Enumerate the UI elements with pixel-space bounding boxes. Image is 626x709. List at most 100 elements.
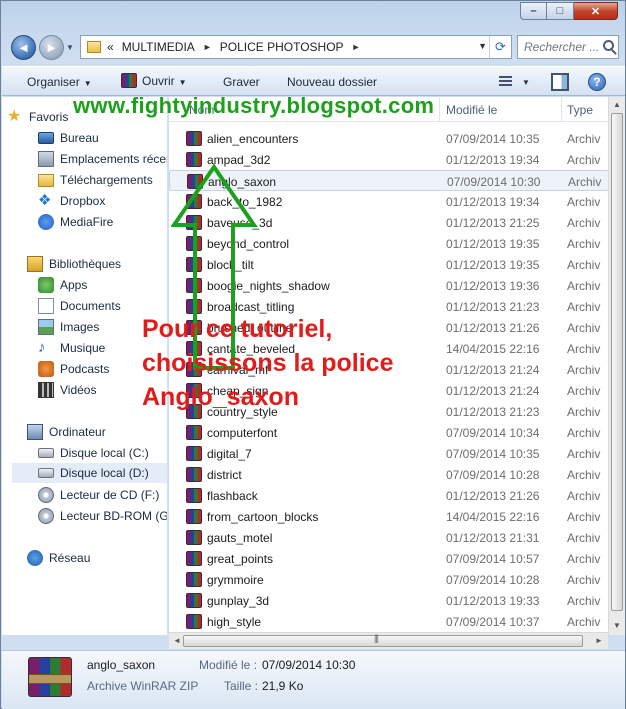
open-button[interactable]: Ouvrir ▼ [121,73,187,88]
refresh-icon[interactable]: ⟳ [489,36,511,58]
breadcrumb-separator-icon[interactable]: ► [352,42,361,52]
horizontal-scroll-thumb[interactable] [183,633,583,647]
sidebar-libraries[interactable]: Bibliothèques [27,254,167,274]
file-row[interactable]: district 07/09/2014 10:28 Archiv [169,464,609,485]
file-name: gauts_motel [207,531,273,545]
recent-pages-dropdown-icon[interactable]: ▼ [66,43,74,52]
search-input[interactable]: Rechercher ... [517,35,619,59]
file-type: Archiv [567,300,601,314]
column-header-type[interactable]: Type [567,103,593,117]
back-button[interactable]: ◄ [11,35,36,60]
scroll-up-icon[interactable]: ▲ [613,100,621,109]
sidebar-item-recent[interactable]: Emplacements récents [38,149,167,169]
music-icon: ♪ [38,339,46,356]
dropbox-icon: ❖ [38,192,52,209]
winrar-file-icon [186,593,202,608]
file-type: Archiv [567,489,601,503]
mediafire-icon [38,214,54,230]
file-date: 07/09/2014 10:34 [446,426,540,440]
breadcrumb-separator-icon[interactable]: ► [203,42,212,52]
file-row[interactable]: gauts_motel 01/12/2013 21:31 Archiv [169,527,609,548]
details-file-name: anglo_saxon [87,658,156,672]
file-date: 07/09/2014 10:28 [446,573,540,587]
scroll-down-icon[interactable]: ▼ [613,621,621,630]
view-options-icon[interactable] [498,73,516,91]
file-date: 07/09/2014 10:35 [446,447,540,461]
minimize-button[interactable]: – [520,2,547,20]
column-header-date[interactable]: Modifié le [446,103,497,117]
address-overflow[interactable]: « [107,40,114,54]
details-file-type: Archive WinRAR ZIP [87,679,199,693]
winrar-file-icon [186,614,202,629]
file-row[interactable]: digital_7 07/09/2014 10:35 Archiv [169,443,609,464]
close-button[interactable]: ✕ [574,2,618,20]
open-label: Ouvrir [142,74,175,88]
file-name: great_points [207,552,274,566]
file-type: Archiv [567,195,601,209]
sidebar-label: Musique [60,341,106,355]
breadcrumb-police-photoshop[interactable]: POLICE PHOTOSHOP [220,40,344,54]
file-row[interactable]: computerfont 07/09/2014 10:34 Archiv [169,422,609,443]
scroll-left-icon[interactable]: ◄ [173,636,181,645]
file-row[interactable]: flashback 01/12/2013 21:26 Archiv [169,485,609,506]
file-date: 01/12/2013 21:31 [446,531,540,545]
new-folder-button[interactable]: Nouveau dossier [287,75,377,89]
sidebar-label: Dropbox [60,194,106,208]
breadcrumb-multimedia[interactable]: MULTIMEDIA [122,40,195,54]
sidebar-item-downloads[interactable]: Téléchargements [38,170,167,190]
hard-disk-icon [38,468,54,478]
file-date: 07/09/2014 10:28 [446,468,540,482]
file-date: 07/09/2014 10:37 [446,615,540,629]
preview-pane-icon[interactable] [551,73,569,91]
sidebar-label: Emplacements récents [60,152,167,166]
sidebar-item-apps[interactable]: Apps [38,275,167,295]
horizontal-scrollbar[interactable]: ◄ ► [169,632,608,649]
cd-drive-icon [38,487,54,503]
maximize-button[interactable]: □ [547,2,574,20]
column-divider[interactable] [439,97,440,122]
column-divider[interactable] [561,97,562,122]
view-dropdown-icon[interactable]: ▼ [522,78,530,87]
sidebar-item-dropbox[interactable]: ❖ Dropbox [38,191,167,211]
file-date: 07/09/2014 10:30 [447,175,541,189]
search-icon[interactable] [603,40,614,51]
hard-disk-icon [38,448,54,458]
videos-icon [38,382,54,398]
vertical-scrollbar[interactable]: ▲ ▼ [608,97,625,635]
sidebar-item-cd[interactable]: Lecteur de CD (F:) [38,485,167,505]
winrar-file-icon [186,425,202,440]
file-date: 01/12/2013 21:26 [446,321,540,335]
organize-button[interactable]: Organiser ▼ [27,75,92,89]
file-row[interactable]: from_cartoon_blocks 14/04/2015 22:16 Archi… [169,506,609,527]
file-type: Archiv [567,237,601,251]
vertical-scroll-thumb[interactable] [611,113,623,611]
sidebar-item-disk-d[interactable]: Disque local (D:) [12,463,167,483]
file-row[interactable]: high_style 07/09/2014 10:37 Archiv [169,611,609,632]
file-date: 01/12/2013 19:34 [446,195,540,209]
sidebar-computer[interactable]: Ordinateur [27,422,167,442]
sidebar-item-disk-c[interactable]: Disque local (C:) [38,443,167,463]
network-icon [27,550,43,566]
scroll-right-icon[interactable]: ► [595,636,603,645]
address-dropdown-icon[interactable]: ▼ [478,41,487,51]
file-name: grymmoire [207,573,264,587]
file-row[interactable]: great_points 07/09/2014 10:57 Archiv [169,548,609,569]
details-modified-value: 07/09/2014 10:30 [262,658,356,672]
address-bar[interactable]: « MULTIMEDIA ► POLICE PHOTOSHOP ► ▼ ⟳ [80,35,512,59]
file-date: 01/12/2013 19:35 [446,237,540,251]
file-type: Archiv [567,132,601,146]
help-icon[interactable]: ? [588,73,606,91]
sidebar-item-bdrom[interactable]: Lecteur BD-ROM (G:) [38,506,167,526]
forward-button[interactable]: ► [39,35,64,60]
winrar-file-icon [186,530,202,545]
libraries-icon [27,256,43,272]
sidebar-network[interactable]: Réseau [27,548,167,568]
file-date: 01/12/2013 19:34 [446,153,540,167]
file-row[interactable]: grymmoire 07/09/2014 10:28 Archiv [169,569,609,590]
file-row[interactable]: alien_encounters 07/09/2014 10:35 Archiv [169,128,609,149]
details-size-value: 21,9 Ko [262,679,304,693]
sidebar-item-mediafire[interactable]: MediaFire [38,212,167,232]
file-row[interactable]: gunplay_3d 01/12/2013 19:33 Archiv [169,590,609,611]
sidebar-item-bureau[interactable]: Bureau [38,128,167,148]
burn-button[interactable]: Graver [223,75,260,89]
